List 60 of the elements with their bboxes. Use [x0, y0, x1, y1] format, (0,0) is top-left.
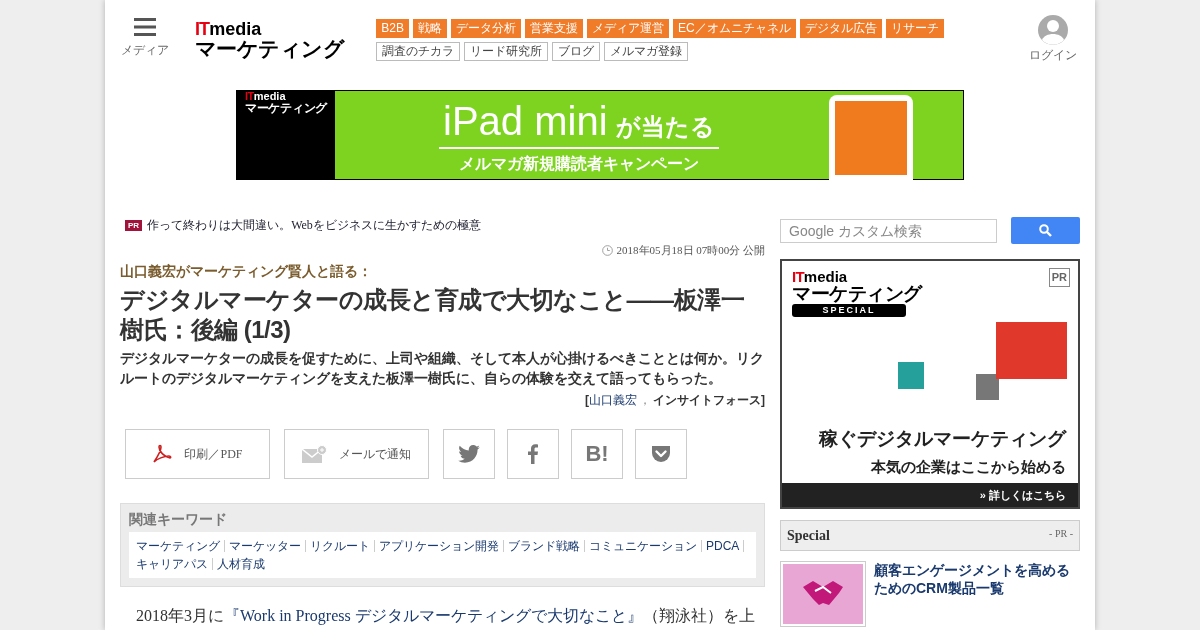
acrobat-icon	[152, 443, 173, 464]
keyword-link[interactable]: 人材育成	[217, 554, 265, 573]
nav-link[interactable]: リード研究所	[464, 42, 549, 61]
separator: ，	[639, 391, 651, 409]
mail-icon	[302, 444, 327, 463]
organization-name: インサイトフォース	[653, 391, 761, 409]
ad-subline: 本気の企業はここから始める	[871, 456, 1066, 477]
keyword-link[interactable]: PDCA	[706, 536, 740, 555]
book-link[interactable]: 『Work in Progress デジタルマーケティングで大切なこと』	[224, 606, 643, 624]
nav-link[interactable]: ブログ	[552, 42, 601, 61]
search-button[interactable]	[1011, 217, 1080, 244]
banner-headline-suffix: が当たる	[615, 112, 715, 142]
mail-share-button[interactable]: メールで通知	[284, 428, 429, 479]
pr-link[interactable]: 作って終わりは大間違い。Webをビジネスに生かすための極意	[147, 216, 481, 234]
pdf-share-button[interactable]: 印刷／PDF	[125, 428, 270, 479]
menu-button[interactable]: メディア	[123, 17, 167, 59]
article-title: デジタルマーケターの成長と育成で大切なこと――板澤一樹氏：後編 (1/3)	[120, 284, 745, 345]
publish-date: 2018年05月18日 07時00分 公開	[616, 243, 765, 258]
pocket-share-button[interactable]	[635, 428, 687, 479]
hatena-share-button[interactable]: B!	[571, 428, 623, 479]
keyword-link[interactable]: キャリアパス	[136, 554, 208, 573]
article-paragraph: 2018年3月に『Work in Progress デジタルマーケティングで大切なこと』（翔泳社）を上	[136, 606, 756, 625]
search-icon	[1039, 224, 1052, 237]
special-article-link[interactable]: 顧客エンゲージメントを高めるためのCRM製品一覧	[874, 561, 1074, 627]
pr-badge: PR	[125, 219, 143, 231]
nav-link[interactable]: メルマガ登録	[604, 42, 689, 61]
twitter-icon	[458, 444, 480, 463]
banner-ad[interactable]: ITmedia マーケティング iPad mini が当たる メルマガ新規購読者キャンペーン	[236, 90, 964, 180]
series-title: 山口義宏がマーケティング賢人と語る：	[120, 261, 373, 281]
keyword-link[interactable]: アプリケーション開発	[379, 536, 499, 555]
menu-icon	[134, 17, 156, 37]
author-link[interactable]: 山口義宏	[589, 390, 637, 409]
login-button[interactable]: ログイン	[1029, 15, 1077, 64]
special-tag: SPECIAL	[792, 304, 906, 317]
keyword-link[interactable]: リクルート	[310, 536, 370, 555]
pocket-icon	[651, 444, 671, 463]
article-lead: デジタルマーケターの成長を促すために、上司や組織、そして本人が心掛けるべきこととは何か。リクルートのデジタルマーケティングを支えた板澤一樹氏に、自らの体験を交えて語ってもらった。	[120, 349, 765, 388]
keyword-link[interactable]: ブランド戦略	[508, 536, 580, 555]
bracket: ]	[761, 391, 765, 409]
logo[interactable]: ITmedia マーケティング	[195, 20, 345, 59]
search-field[interactable]: Google カスタム検索	[780, 218, 997, 243]
keywords-heading: 関連キーワード	[129, 509, 228, 529]
keyword-link[interactable]: マーケティング	[136, 536, 220, 555]
keyword-link[interactable]: マーケッター	[229, 536, 301, 555]
facebook-icon	[528, 443, 538, 464]
sidebar-ad[interactable]: ITmedia マーケティング SPECIAL PR 稼ぐデジタルマーケティング 本気の企業はここから始める » 詳しくはこちら	[780, 259, 1080, 509]
pr-label: - PR -	[1049, 527, 1073, 541]
bracket: [	[585, 391, 589, 409]
special-heading: Special	[787, 527, 830, 545]
keyword-link[interactable]: コミュニケーション	[589, 536, 697, 555]
logo[interactable]: ITmedia マーケティング	[792, 269, 922, 303]
facebook-share-button[interactable]	[507, 428, 559, 479]
banner-subline: メルマガ新規購読者キャンペーン	[458, 154, 699, 174]
user-avatar-icon	[1038, 15, 1068, 45]
twitter-share-button[interactable]	[443, 428, 495, 479]
pr-badge: PR	[1048, 268, 1070, 287]
banner-headline: iPad mini	[443, 99, 608, 143]
nav-link[interactable]: 調査のチカラ	[376, 42, 461, 61]
ad-headline: 稼ぐデジタルマーケティング	[819, 427, 1066, 451]
clock-icon	[601, 244, 613, 256]
